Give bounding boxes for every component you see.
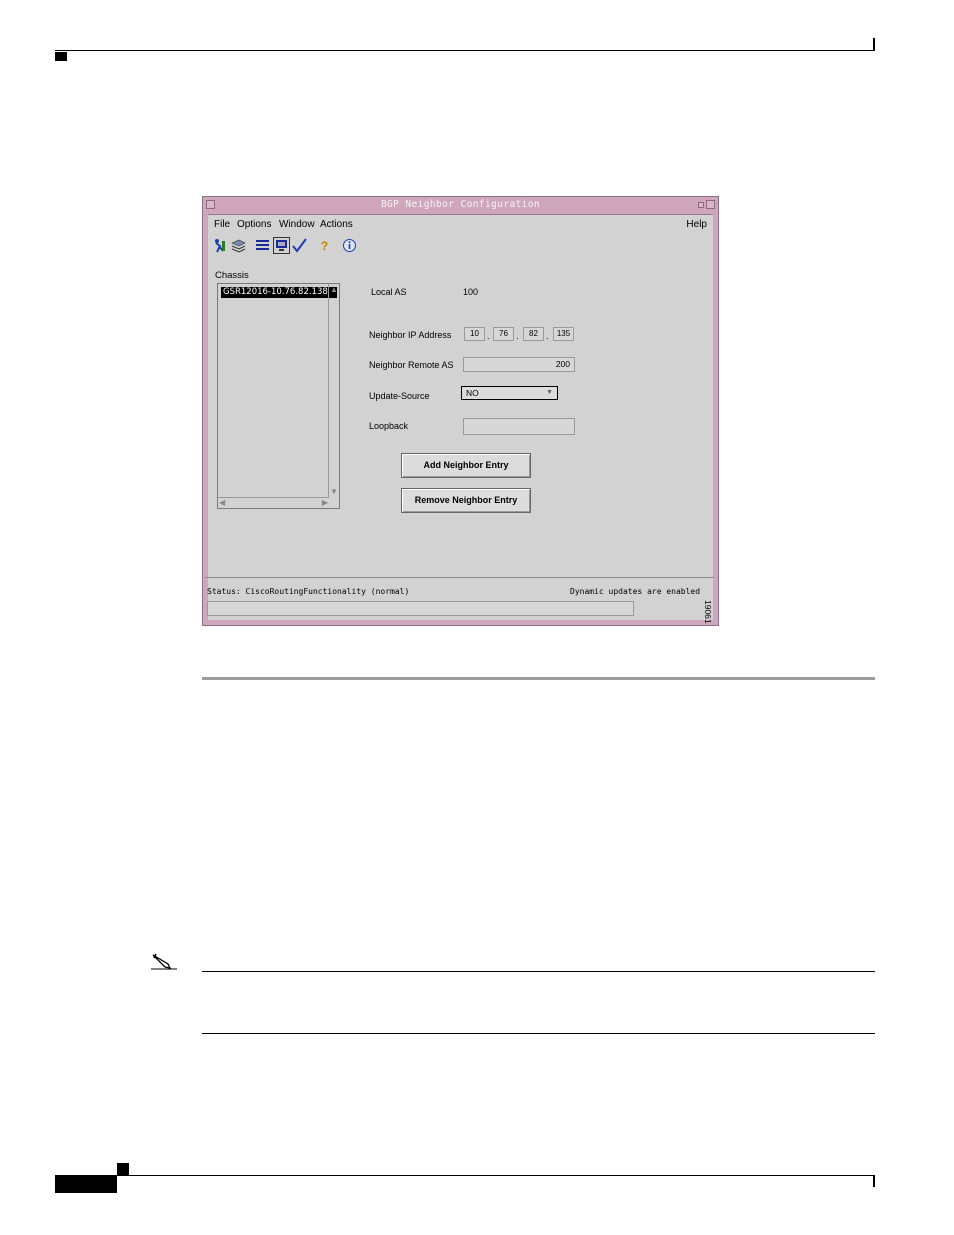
scroll-down-icon[interactable]: ▼ [330,487,338,496]
menu-options[interactable]: Options [237,219,271,230]
footer-tick [873,1175,875,1187]
window-frame-right [713,214,718,625]
ip-dot: . [487,331,490,341]
scroll-up-icon[interactable]: ▲ [330,285,338,294]
ip-octet-3[interactable]: 82 [523,327,544,341]
update-source-value: NO [466,388,479,398]
note-rule-bottom [202,1033,875,1034]
loopback-field[interactable] [463,418,575,435]
check-icon[interactable] [291,237,308,254]
ip-octet-2[interactable]: 76 [493,327,514,341]
menu-actions[interactable]: Actions [320,219,353,230]
add-neighbor-button[interactable]: Add Neighbor Entry [401,453,531,478]
window-frame-bottom [203,620,718,625]
ip-octet-4[interactable]: 135 [553,327,574,341]
menu-file[interactable]: File [214,219,230,230]
remove-neighbor-button[interactable]: Remove Neighbor Entry [401,488,531,513]
neighbor-ip-label: Neighbor IP Address [369,330,452,340]
ip-octet-1[interactable]: 10 [464,327,485,341]
figure-number: 19061 [703,600,713,624]
list-icon[interactable] [254,237,271,254]
monitor-icon[interactable] [273,237,290,254]
chassis-label: Chassis [215,270,249,281]
progress-bar [207,601,634,616]
local-as-label: Local AS [371,287,407,297]
chassis-list[interactable]: GSR12016-10.76.82.138 ▲ ▼ ◀ ▶ [217,283,340,509]
layers-icon[interactable] [230,237,247,254]
minimize-button[interactable] [698,202,704,208]
remote-as-label: Neighbor Remote AS [369,360,454,370]
menu-bar: File Options Window Actions Help [208,215,713,235]
ip-dot: . [516,331,519,341]
menu-window[interactable]: Window [279,219,315,230]
footer-bar [55,1176,117,1193]
horizontal-scrollbar[interactable]: ◀ ▶ [218,497,329,508]
note-rule-top [202,971,875,972]
update-source-select[interactable]: NO ▼ [461,386,558,400]
figure-rule [202,677,875,680]
pencil-icon [151,953,177,970]
local-as-value: 100 [463,287,479,297]
help-icon[interactable]: ? [316,237,333,254]
window-frame-left [203,214,208,625]
header-tick [873,38,875,51]
scroll-right-icon[interactable]: ▶ [322,498,328,507]
header-rule [55,50,875,51]
update-source-label: Update-Source [369,391,430,401]
vertical-scrollbar[interactable]: ▲ ▼ [328,284,339,497]
header-marker [55,52,67,61]
status-text: Status: CiscoRoutingFunctionality (norma… [207,587,410,596]
scroll-left-icon[interactable]: ◀ [219,498,225,507]
window-title: BGP Neighbor Configuration [380,199,541,210]
dynamic-updates-text: Dynamic updates are enabled [570,587,701,596]
footer-rule [55,1175,875,1176]
chevron-down-icon: ▼ [546,389,553,396]
info-icon[interactable] [341,237,358,254]
title-bar[interactable]: BGP Neighbor Configuration [203,197,718,215]
list-item[interactable]: GSR12016-10.76.82.138 [221,287,337,298]
footer-marker [117,1163,129,1175]
run-icon[interactable] [211,237,228,254]
status-divider [205,577,714,578]
loopback-label: Loopback [369,421,409,431]
maximize-button[interactable] [706,200,715,209]
remote-as-field[interactable]: 200 [463,357,575,372]
menu-help[interactable]: Help [686,219,707,230]
ip-dot: . [546,331,549,341]
